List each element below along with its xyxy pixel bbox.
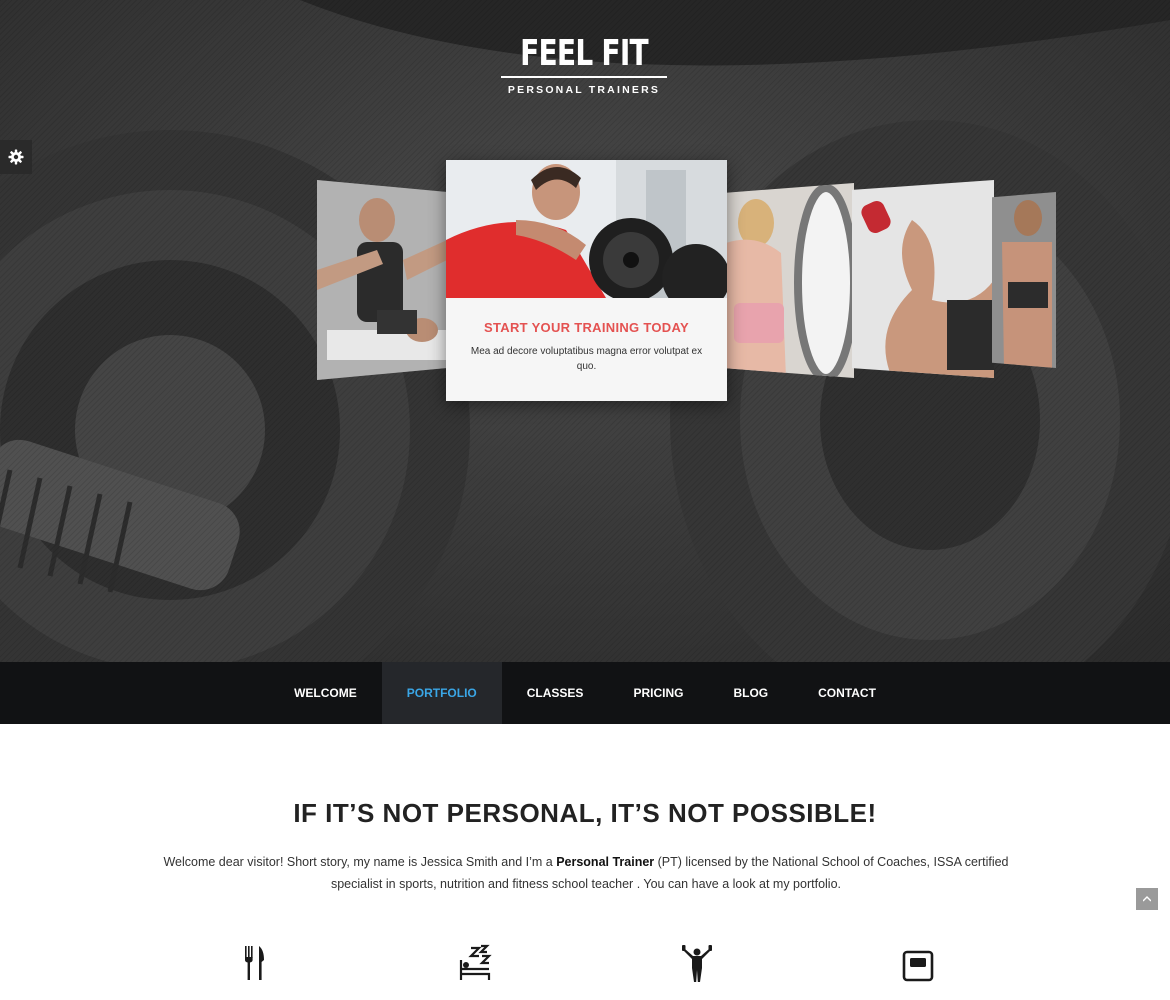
dumbbell-arm-photo bbox=[852, 180, 994, 378]
page-headline: IF IT’S NOT PERSONAL, IT’S NOT POSSIBLE! bbox=[293, 798, 877, 828]
intro-paragraph: Welcome dear visitor! Short story, my na… bbox=[160, 851, 1012, 895]
nav-item-portfolio[interactable]: PORTFOLIO bbox=[381, 662, 502, 724]
exercise-person-icon bbox=[682, 945, 712, 982]
nav-item-pricing[interactable]: PRICING bbox=[608, 662, 708, 724]
woman-training-photo bbox=[726, 183, 854, 378]
hero-section: FEEL FIT PERSONAL TRAINERS START YOUR TR… bbox=[0, 0, 1170, 662]
woman-fitness-photo bbox=[992, 192, 1056, 368]
slide-card[interactable] bbox=[726, 183, 854, 378]
chevron-up-icon bbox=[1143, 896, 1151, 902]
logo-subtitle: PERSONAL TRAINERS bbox=[507, 84, 661, 96]
active-slide-card[interactable]: START YOUR TRAINING TODAY Mea ad decore … bbox=[446, 160, 727, 401]
slide-title: START YOUR TRAINING TODAY bbox=[484, 320, 689, 335]
scroll-to-top-button[interactable] bbox=[1136, 888, 1158, 910]
nav-item-welcome[interactable]: WELCOME bbox=[269, 662, 382, 724]
gear-icon bbox=[8, 149, 24, 165]
slide-text: Mea ad decore voluptatibus magna error v… bbox=[470, 346, 703, 372]
slide-card[interactable] bbox=[317, 180, 447, 380]
fork-knife-icon bbox=[245, 946, 264, 980]
feature-sleep bbox=[455, 944, 495, 988]
scale-icon bbox=[902, 950, 934, 982]
nav-item-blog[interactable]: BLOG bbox=[708, 662, 793, 724]
settings-button[interactable] bbox=[0, 140, 32, 174]
main-navigation: WELCOME PORTFOLIO CLASSES PRICING BLOG C… bbox=[0, 662, 1170, 724]
nav-item-classes[interactable]: CLASSES bbox=[502, 662, 609, 724]
intro-text-start: Welcome dear visitor! Short story, my na… bbox=[163, 855, 557, 869]
feature-nutrition bbox=[235, 944, 275, 988]
feature-weight bbox=[898, 944, 938, 988]
slide-card[interactable] bbox=[852, 180, 994, 378]
intro-text-bold: Personal Trainer bbox=[556, 855, 655, 869]
trainer-photo bbox=[317, 180, 447, 380]
sleep-bed-icon bbox=[459, 944, 492, 980]
slide-caption: START YOUR TRAINING TODAY Mea ad decore … bbox=[446, 298, 727, 401]
feature-exercise bbox=[677, 944, 717, 988]
nav-item-contact[interactable]: CONTACT bbox=[793, 662, 901, 724]
logo-divider bbox=[501, 76, 667, 78]
slide-card[interactable] bbox=[992, 192, 1056, 368]
site-logo[interactable]: FEEL FIT PERSONAL TRAINERS bbox=[500, 34, 668, 96]
athlete-barbell-photo bbox=[446, 160, 727, 298]
logo-title: FEEL FIT bbox=[520, 33, 649, 74]
